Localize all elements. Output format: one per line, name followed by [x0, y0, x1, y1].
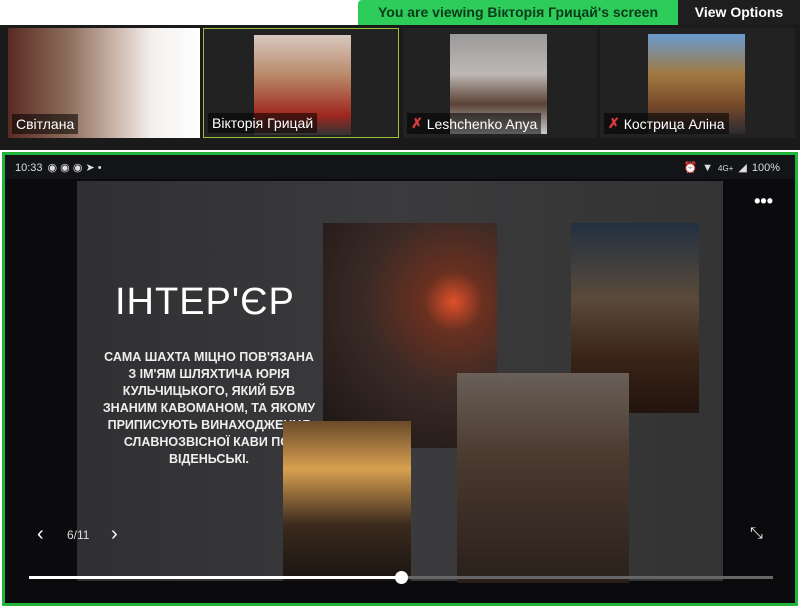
page-indicator: 6/11 [67, 528, 90, 542]
bar-photo [283, 421, 411, 581]
more-options-icon[interactable]: ••• [754, 191, 773, 212]
participant-strip: Світлана Вікторія Грицай ✗ Leshchenko Any… [0, 25, 800, 150]
participant-name: Leshchenko Anya [426, 115, 538, 132]
progress-slider[interactable] [29, 571, 773, 584]
participant-tile[interactable]: ✗ Leshchenko Anya [403, 28, 597, 138]
progress-fill [29, 576, 401, 579]
participant-tile[interactable]: ✗ Кострица Аліна [600, 28, 795, 138]
wifi-icon: ▼ [702, 161, 714, 174]
status-time: 10:33 [15, 161, 43, 174]
participant-tile-active[interactable]: Вікторія Грицай [203, 28, 399, 138]
viewing-banner: You are viewing Вікторія Грицай's screen [358, 0, 678, 25]
muted-mic-icon: ✗ [411, 115, 423, 131]
prev-slide-button[interactable]: ‹ [37, 523, 44, 546]
participant-name: Кострица Аліна [623, 115, 725, 132]
muted-mic-icon: ✗ [608, 115, 620, 131]
collapse-icon[interactable]: ⤡ [750, 525, 763, 543]
battery-level: 100% [751, 161, 780, 174]
alarm-icon: ⏰ [683, 161, 698, 174]
progress-knob[interactable] [395, 571, 408, 584]
participant-tile[interactable]: Світлана [8, 28, 200, 138]
network-type: 4G+ [718, 163, 734, 173]
signal-icon: ◢ [738, 161, 747, 174]
view-options-button[interactable]: View Options [678, 0, 800, 25]
android-status-bar: 10:33 ◉ ◉ ◉ ➤ • ⏰ ▼ 4G+ ◢ 100% [5, 155, 795, 179]
next-slide-button[interactable]: › [111, 523, 118, 546]
participant-name: Світлана [16, 116, 75, 132]
shared-screen: 10:33 ◉ ◉ ◉ ➤ • ⏰ ▼ 4G+ ◢ 100% ІНТЕР'ЄР САМА … [2, 152, 798, 606]
slide-title: ІНТЕР'ЄР [115, 281, 295, 323]
notification-icons: ◉ ◉ ◉ ➤ • [47, 161, 102, 174]
participant-name: Вікторія Грицай [212, 115, 314, 131]
cellar-photo [457, 373, 629, 583]
presentation-slide: ІНТЕР'ЄР САМА ШАХТА МІЦНО ПОВ'ЯЗАНА З ІМ… [77, 181, 723, 583]
